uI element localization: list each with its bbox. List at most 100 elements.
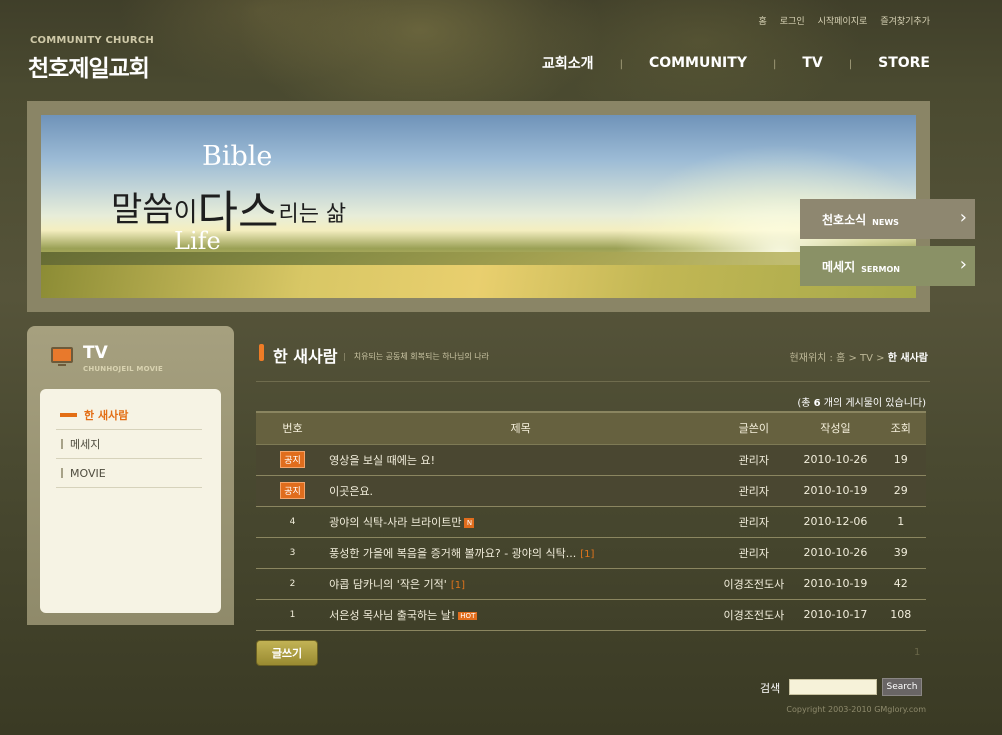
site-logo[interactable]: 천호제일교회 (28, 49, 150, 83)
row-date: 2010-10-19 (795, 475, 876, 507)
page-title: 한 새사람 (273, 347, 338, 366)
breadcrumb-path: 현재위치 : 홈 > TV > (789, 353, 888, 364)
sermon-label-en: SERMON (861, 264, 900, 274)
row-title-cell: 광야의 식탁-사라 브라이트만 N (329, 506, 713, 538)
row-views: 39 (875, 537, 926, 569)
search-button[interactable]: Search (882, 678, 922, 696)
sidebar-item-message[interactable]: 메세지 (56, 430, 202, 459)
row-date: 2010-12-06 (795, 506, 876, 538)
row-writer: 관리자 (712, 537, 796, 569)
util-startpage-link[interactable]: 시작페이지로 (818, 14, 868, 27)
news-quick-button[interactable]: 천호소식 NEWS › (800, 199, 975, 239)
page-description: | 치유되는 공동체 회복되는 하나님의 나라 (343, 351, 489, 362)
bullet-marker (61, 439, 63, 449)
row-number: 공지 (256, 444, 330, 476)
sidebar-item-new-person[interactable]: 한 새사람 (56, 401, 202, 430)
table-row: 4 광야의 식탁-사라 브라이트만 N 관리자 2010-12-06 1 (256, 506, 926, 538)
phrase-part-4: 리는 삶 (278, 202, 347, 227)
post-title-link[interactable]: 서은성 목사님 출국하는 날! (329, 609, 455, 622)
new-badge: N (464, 517, 475, 528)
nav-store[interactable]: STORE (878, 55, 930, 71)
sermon-label: 메세지 (822, 259, 856, 274)
row-writer: 이경조전도사 (712, 599, 796, 631)
row-writer: 관리자 (712, 475, 796, 507)
chevron-right-icon: › (959, 207, 967, 228)
row-number: 2 (256, 568, 330, 600)
comment-count: [1] (450, 579, 465, 591)
sidebar-item-movie[interactable]: MOVIE (56, 459, 202, 488)
row-writer: 관리자 (712, 444, 796, 476)
nav-tv[interactable]: TV (802, 55, 822, 71)
news-label-en: NEWS (872, 217, 899, 227)
row-writer: 관리자 (712, 506, 796, 538)
tv-icon (51, 347, 73, 366)
column-header-views: 조회 (875, 411, 926, 445)
sidebar-item-label: 메세지 (70, 438, 101, 451)
table-row: 공지 영상을 보실 때에는 요! 관리자 2010-10-26 19 (256, 444, 926, 476)
search-label: 검색 (760, 682, 781, 695)
page-number[interactable]: 1 (914, 647, 920, 658)
sermon-quick-button[interactable]: 메세지 SERMON › (800, 246, 975, 286)
wheat-field (41, 265, 916, 298)
comment-count: [1] (580, 548, 595, 560)
breadcrumb: 현재위치 : 홈 > TV > 한 새사람 (790, 349, 928, 364)
tree-line (41, 252, 916, 266)
util-bookmark-link[interactable]: 즐겨찾기추가 (880, 14, 930, 27)
nav-divider: | (772, 58, 777, 70)
row-views: 1 (875, 506, 926, 538)
row-title-cell: 서은성 목사님 출국하는 날! HOT (329, 599, 713, 631)
post-title-link[interactable]: 야콥 담카니의 '작은 기적' (329, 578, 447, 591)
column-header-date: 작성일 (795, 411, 876, 445)
title-divider (256, 381, 930, 382)
row-views: 108 (875, 599, 926, 631)
main-visual-banner: Bible 말씀이다스리는 삶 Life (41, 115, 916, 298)
row-views: 42 (875, 568, 926, 600)
nav-divider: | (619, 58, 623, 70)
nav-community[interactable]: COMMUNITY (649, 55, 747, 71)
row-title-cell: 야콥 담카니의 '작은 기적' [1] (329, 568, 713, 600)
post-title-link[interactable]: 이곳은요. (329, 485, 373, 498)
board-table: 번호 제목 글쓴이 작성일 조회 공지 영상을 보실 때에는 요! 관리자 20… (256, 411, 926, 631)
row-number: 공지 (256, 475, 330, 507)
util-login-link[interactable]: 로그인 (780, 14, 805, 27)
table-row: 공지 이곳은요. 관리자 2010-10-19 29 (256, 475, 926, 507)
column-header-no: 번호 (256, 411, 330, 445)
active-marker (60, 413, 77, 417)
page-description-text: 치유되는 공동체 회복되는 하나님의 나라 (353, 352, 489, 361)
row-date: 2010-10-17 (795, 599, 876, 631)
nav-about[interactable]: 교회소개 (542, 53, 594, 73)
main-nav: 교회소개 | COMMUNITY | TV | STORE (542, 53, 930, 73)
table-row: 2 야콥 담카니의 '작은 기적' [1] 이경조전도사 2010-10-19 4… (256, 568, 926, 600)
notice-badge: 공지 (280, 482, 305, 499)
phrase-part-1: 말씀 (111, 190, 174, 230)
copyright: Copyright 2003-2010 GMglory.com (786, 705, 926, 714)
row-title-cell: 이곳은요. (329, 475, 713, 507)
row-date: 2010-10-19 (795, 568, 876, 600)
column-header-title: 제목 (329, 411, 713, 445)
row-views: 29 (875, 475, 926, 507)
post-title-link[interactable]: 광야의 식탁-사라 브라이트만 (329, 516, 461, 529)
phrase-part-2: 이 (173, 198, 198, 228)
row-title-cell: 풍성한 가을에 복음을 증거해 볼까요? - 광야의 식탁... [1] (329, 537, 713, 569)
table-header-row: 번호 제목 글쓴이 작성일 조회 (256, 411, 926, 445)
news-label: 천호소식 (822, 212, 867, 227)
row-number: 3 (256, 537, 330, 569)
row-title-cell: 영상을 보실 때에는 요! (329, 444, 713, 476)
visual-phrase: 말씀이다스리는 삶 (111, 170, 347, 238)
sidebar-subtitle: CHUNHOJEIL MOVIE (83, 365, 163, 373)
sidebar-item-label: MOVIE (70, 466, 106, 480)
visual-word-bible: Bible (202, 141, 273, 172)
column-header-writer: 글쓴이 (712, 411, 796, 445)
nav-divider: | (848, 58, 853, 70)
post-title-link[interactable]: 풍성한 가을에 복음을 증거해 볼까요? - 광야의 식탁... (329, 547, 576, 560)
sidebar-item-label: 한 새사람 (84, 409, 129, 422)
post-title-link[interactable]: 영상을 보실 때에는 요! (329, 454, 435, 467)
post-count-number: 6 (813, 398, 821, 409)
post-count-prefix: (총 (797, 398, 814, 409)
row-date: 2010-10-26 (795, 537, 876, 569)
write-button[interactable]: 글쓰기 (256, 640, 318, 666)
sidebar-title: TV (83, 343, 108, 363)
util-home-link[interactable]: 홈 (759, 14, 767, 27)
search-input[interactable] (789, 679, 877, 695)
post-count-suffix: 개의 게시물이 있습니다) (820, 398, 926, 409)
